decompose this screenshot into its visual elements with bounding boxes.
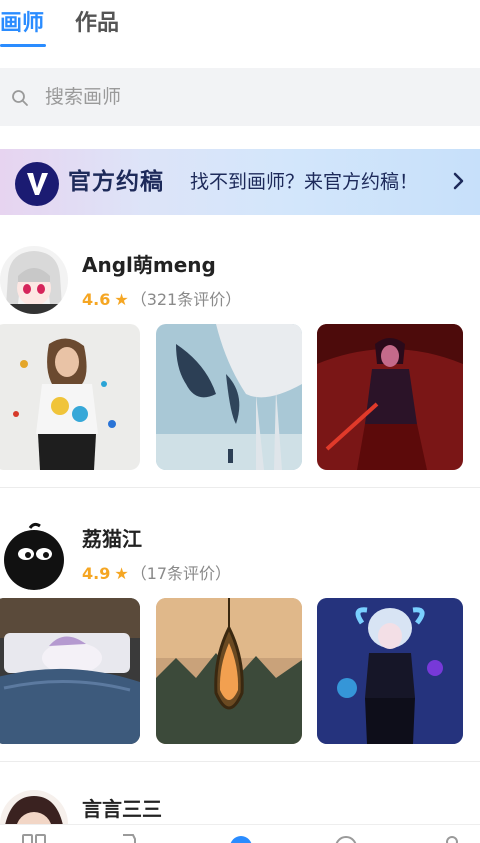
review-count: （321条评价） [130, 290, 242, 309]
message-icon[interactable] [334, 833, 358, 843]
profile-icon[interactable] [440, 833, 464, 843]
artist-name: 言言三三 [82, 797, 162, 821]
banner-text: 找不到画师？来官方约稿！ [190, 171, 419, 193]
star-icon: ★ [114, 290, 129, 309]
v-logo [15, 162, 59, 206]
tab-works[interactable]: 作品 [75, 8, 119, 40]
artist-name: Angl萌meng [82, 253, 216, 277]
tab-artists[interactable]: 画师 [0, 8, 44, 40]
chevron-right-icon [453, 172, 464, 190]
list-icon[interactable] [117, 833, 141, 843]
artist-card[interactable]: Angl萌meng 4.6 ★ （321条评价） [0, 240, 480, 486]
avatar[interactable] [0, 790, 68, 824]
artwork-thumbnail[interactable] [0, 598, 140, 744]
artwork-thumbnail[interactable] [156, 324, 302, 470]
artwork-thumbnail[interactable] [317, 324, 463, 470]
home-icon[interactable] [22, 833, 46, 843]
rating-value: 4.6 [82, 290, 111, 309]
artwork-thumbnail[interactable] [0, 324, 140, 470]
rating-row: 4.9 ★ （17条评价） [82, 562, 231, 586]
avatar[interactable] [0, 522, 68, 590]
top-tabs: 画师 作品 [0, 0, 480, 56]
artist-card[interactable]: 言言三三 [0, 780, 480, 824]
bottom-nav [0, 824, 480, 843]
star-icon: ★ [114, 564, 129, 583]
search-input[interactable]: 搜索画师 [0, 68, 480, 126]
artwork-thumbnail[interactable] [156, 598, 302, 744]
rating-row: 4.6 ★ （321条评价） [82, 288, 241, 312]
rating-value: 4.9 [82, 564, 111, 583]
artist-card[interactable]: 荔猫江 4.9 ★ （17条评价） [0, 514, 480, 760]
review-count: （17条评价） [130, 564, 232, 583]
search-placeholder: 搜索画师 [45, 86, 122, 108]
search-icon [12, 90, 28, 106]
banner-brand: 官方约稿 [68, 169, 164, 195]
artist-name: 荔猫江 [82, 527, 142, 551]
active-tab-indicator [0, 44, 46, 47]
divider [0, 761, 480, 762]
artwork-thumbnail[interactable] [317, 598, 463, 744]
create-icon[interactable] [229, 833, 253, 843]
avatar[interactable] [0, 246, 68, 314]
divider [0, 487, 480, 488]
